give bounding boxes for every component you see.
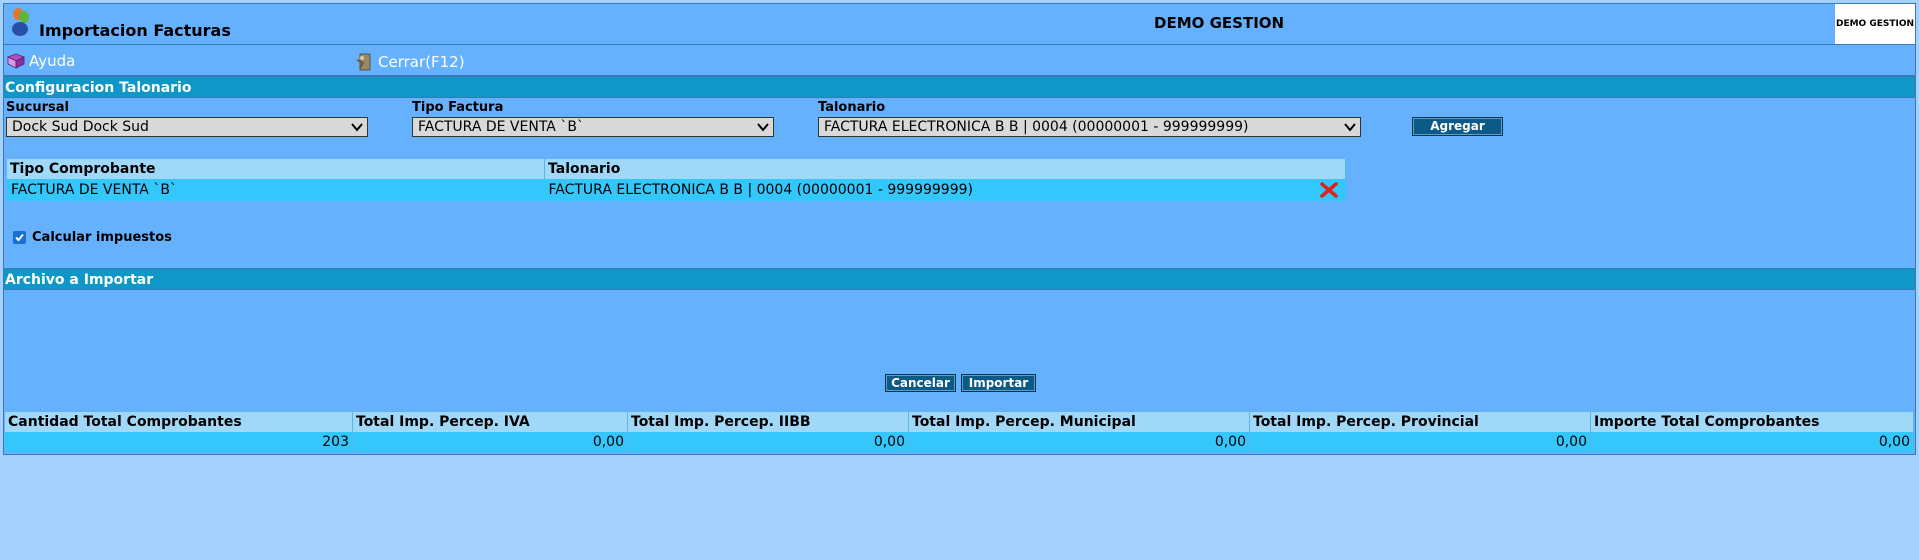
tipo-factura-label: Tipo Factura (412, 100, 504, 115)
help-button[interactable]: Ayuda (7, 52, 75, 70)
delete-icon[interactable] (1319, 182, 1338, 198)
row-talonario-cell: FACTURA ELECTRONICA B B | 0004 (00000001… (544, 179, 1346, 201)
company-name: DEMO GESTION (1154, 14, 1285, 32)
totals-header-iva: Total Imp. Percep. IVA (352, 412, 628, 432)
totals-header-municipal: Total Imp. Percep. Municipal (908, 412, 1250, 432)
header-talonario: Talonario (544, 159, 1346, 179)
row-talonario: FACTURA ELECTRONICA B B | 0004 (00000001… (548, 182, 973, 198)
help-book-icon (7, 53, 25, 69)
app-title: Importacion Facturas (39, 21, 231, 40)
talonario-value: FACTURA ELECTRONICA B B | 0004 (00000001… (824, 119, 1249, 135)
totals-value-provincial: 0,00 (1249, 432, 1591, 452)
totals-value-importe: 0,00 (1590, 432, 1914, 452)
chevron-down-icon (1344, 123, 1356, 132)
import-section-header: Archivo a Importar (4, 268, 1915, 290)
app-logo-icon (12, 8, 29, 36)
totals-header-count: Cantidad Total Comprobantes (5, 412, 353, 432)
calc-taxes-label: Calcular impuestos (32, 230, 172, 245)
calc-taxes-option[interactable]: Calcular impuestos (13, 230, 172, 245)
table-row: FACTURA DE VENTA `B` FACTURA ELECTRONICA… (7, 179, 1346, 201)
totals-value-iibb: 0,00 (627, 432, 909, 452)
row-tipo-comprobante: FACTURA DE VENTA `B` (7, 179, 545, 201)
import-button[interactable]: Importar (961, 374, 1036, 392)
toolbar: Ayuda Cerrar(F12) (4, 45, 1915, 76)
close-button[interactable]: Cerrar(F12) (354, 52, 465, 72)
talonario-label: Talonario (818, 100, 886, 115)
talonario-select[interactable]: FACTURA ELECTRONICA B B | 0004 (00000001… (818, 117, 1361, 137)
cancel-button[interactable]: Cancelar (885, 374, 956, 392)
title-bar: Importacion Facturas DEMO GESTION DEMO G… (4, 4, 1915, 45)
add-button[interactable]: Agregar (1412, 117, 1503, 136)
table-header-row: Tipo Comprobante Talonario (7, 159, 1346, 179)
config-section-header: Configuracion Talonario (4, 76, 1915, 98)
tipo-factura-value: FACTURA DE VENTA `B` (418, 119, 584, 135)
header-tipo-comprobante: Tipo Comprobante (7, 159, 545, 179)
close-label: Cerrar(F12) (378, 53, 465, 71)
totals-value-municipal: 0,00 (908, 432, 1250, 452)
totals-table: Cantidad Total Comprobantes Total Imp. P… (5, 412, 1914, 452)
totals-header-importe: Importe Total Comprobantes (1590, 412, 1914, 432)
sucursal-value: Dock Sud Dock Sud (12, 119, 149, 135)
chevron-down-icon (757, 123, 769, 132)
totals-value-iva: 0,00 (352, 432, 628, 452)
tipo-factura-select[interactable]: FACTURA DE VENTA `B` (412, 117, 774, 137)
chevron-down-icon (351, 123, 363, 132)
main-window: Importacion Facturas DEMO GESTION DEMO G… (3, 3, 1916, 455)
check-icon (15, 233, 24, 242)
sucursal-select[interactable]: Dock Sud Dock Sud (6, 117, 368, 137)
help-label: Ayuda (29, 52, 76, 70)
totals-value-row: 203 0,00 0,00 0,00 0,00 0,00 (5, 432, 1914, 452)
totals-header-provincial: Total Imp. Percep. Provincial (1249, 412, 1591, 432)
sucursal-label: Sucursal (6, 100, 69, 115)
calc-taxes-checkbox[interactable] (13, 231, 26, 244)
totals-header-iibb: Total Imp. Percep. IIBB (627, 412, 909, 432)
totals-value-count: 203 (5, 432, 353, 452)
company-logo: DEMO GESTION (1835, 4, 1915, 44)
totals-header-row: Cantidad Total Comprobantes Total Imp. P… (5, 412, 1914, 432)
talonario-table: Tipo Comprobante Talonario FACTURA DE VE… (7, 159, 1346, 201)
exit-door-icon (356, 53, 371, 71)
